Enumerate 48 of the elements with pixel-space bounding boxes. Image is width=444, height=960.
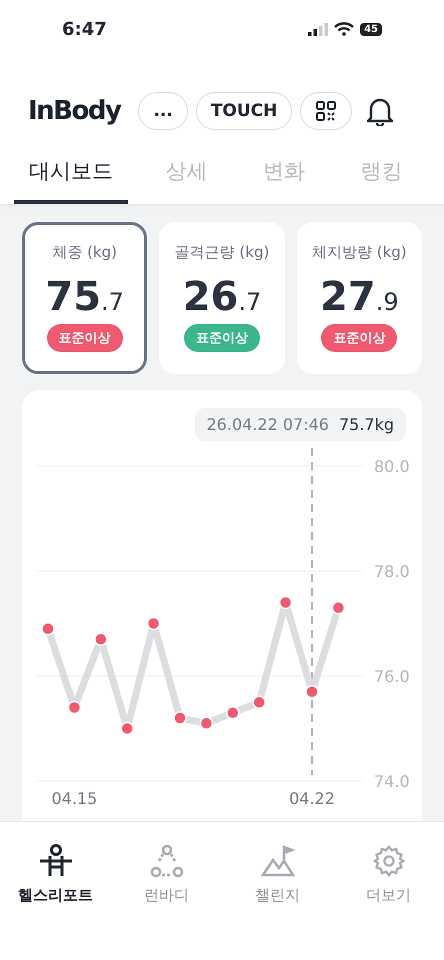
axis-label: 04.15 — [52, 789, 98, 808]
metric-value: 26.7 — [182, 274, 262, 320]
data-point — [252, 696, 266, 709]
person-icon — [38, 844, 74, 878]
axis-label: 04.22 — [289, 789, 335, 808]
metric-card[interactable]: 체지방량 (kg) 27.9 표준이상 — [296, 222, 422, 374]
metric-name: 체중 (kg) — [52, 243, 117, 262]
data-point — [305, 685, 319, 698]
axis-label: 74.0 — [374, 772, 410, 791]
axis-label: 80.0 — [374, 457, 410, 476]
metric-card[interactable]: 골격근량 (kg) 26.7 표준이상 — [159, 222, 285, 374]
tooltip-value: 75.7kg — [338, 415, 394, 434]
data-point — [146, 616, 160, 630]
app-logo: InBody — [28, 96, 120, 126]
tab[interactable]: 대시보드 — [14, 142, 128, 204]
data-point — [94, 632, 108, 646]
signal-icon — [308, 22, 328, 36]
axis-label: 78.0 — [374, 562, 410, 581]
battery-level: 45 — [360, 22, 382, 36]
axis-label: 76.0 — [374, 667, 410, 686]
metric-value: 75.7 — [45, 274, 124, 320]
qr-code-icon — [315, 100, 338, 122]
data-point — [226, 706, 240, 720]
status-tag: 표준이상 — [321, 324, 398, 352]
data-point — [278, 596, 292, 610]
metric-name: 체지방량 (kg) — [312, 243, 407, 262]
data-point — [200, 716, 214, 730]
status-tag: 표준이상 — [184, 324, 260, 352]
header-button[interactable]: TOUCH — [196, 92, 292, 130]
notification-bell-icon[interactable] — [366, 96, 394, 126]
data-point — [41, 622, 55, 636]
settings-icon — [370, 844, 406, 878]
header-button[interactable]: ... — [138, 92, 188, 130]
qr-code-button[interactable] — [300, 92, 352, 130]
metric-value: 27.9 — [320, 274, 399, 320]
data-point — [332, 601, 346, 614]
data-point — [173, 711, 187, 725]
wifi-icon — [334, 22, 354, 36]
nav-item[interactable]: 헬스리포트 — [18, 886, 93, 905]
tooltip-date: 26.04.22 07:46 — [206, 415, 329, 434]
data-point — [68, 700, 82, 714]
data-point — [120, 722, 134, 736]
nodes-icon — [148, 844, 184, 878]
status-time: 6:47 — [62, 18, 107, 40]
metric-card[interactable]: 체중 (kg) 75.7 표준이상 — [22, 222, 148, 374]
status-tag: 표준이상 — [46, 324, 123, 352]
mountain-flag-icon — [260, 844, 296, 878]
metric-name: 골격근량 (kg) — [174, 243, 270, 262]
